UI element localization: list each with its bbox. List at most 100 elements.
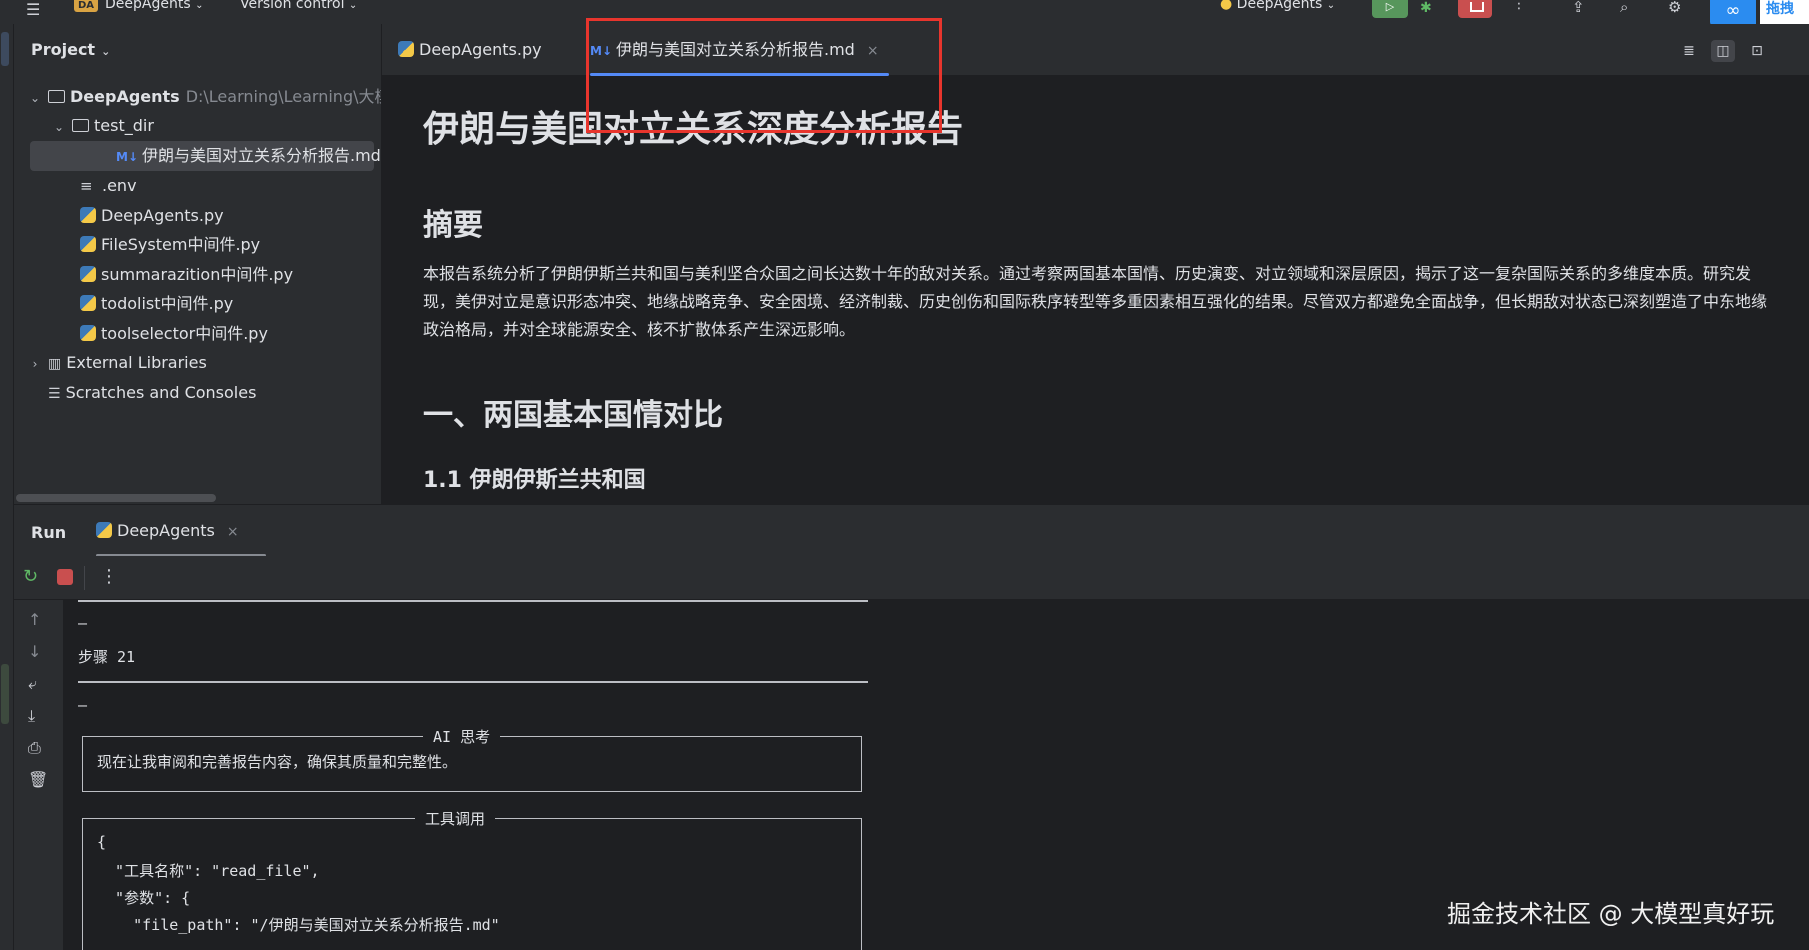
tree-item-root[interactable]: ⌄ DeepAgents D:\Learning\Learning\大模 <box>28 82 382 113</box>
tree-item-label: toolselector中间件.py <box>101 324 268 343</box>
tree-item-summarazition-py[interactable]: summarazition中间件.py <box>80 260 293 290</box>
tree-item-path: D:\Learning\Learning\大模 <box>185 87 382 106</box>
run-tab-deepagents[interactable]: DeepAgents × <box>96 505 266 557</box>
soft-wrap-icon[interactable]: ⤶ <box>28 674 37 694</box>
tree-item-label: Scratches and Consoles <box>65 383 257 402</box>
summary-paragraph: 本报告系统分析了伊朗伊斯兰共和国与美利坚合众国之间长达数十年的敌对关系。通过考察… <box>423 264 1768 339</box>
tree-item-report-md[interactable]: M↓ 伊朗与美国对立关系分析报告.md <box>30 141 381 171</box>
json-line: "file_path": "/伊朗与美国对立关系分析报告.md" <box>97 916 500 934</box>
play-icon: ▷ <box>1385 0 1395 13</box>
stop-button[interactable] <box>1458 0 1492 18</box>
tree-item-toolselector-py[interactable]: toolselector中间件.py <box>80 319 268 349</box>
project-switcher[interactable]: DeepAgents ⌄ <box>105 0 203 12</box>
search-icon[interactable]: ⌕ <box>1620 0 1628 16</box>
chevron-right-icon[interactable]: › <box>28 349 42 379</box>
chevron-down-icon: ⌄ <box>195 0 204 11</box>
tree-item-external-libraries[interactable]: › ▥ External Libraries <box>28 348 207 378</box>
console-line: — <box>78 696 88 714</box>
tree-item-label: .env <box>102 176 137 195</box>
tree-item-label: test_dir <box>94 116 154 135</box>
tree-item-label: summarazition中间件.py <box>101 265 294 284</box>
section-1-heading: 一、两国基本国情对比 <box>423 398 723 433</box>
project-tool-tab[interactable] <box>1 32 9 66</box>
project-horizontal-scrollbar[interactable] <box>16 494 216 502</box>
run-configuration-select[interactable]: ● DeepAgents ⌄ <box>1220 0 1335 12</box>
tree-item-env[interactable]: ≡ .env <box>80 171 137 201</box>
run-side-toolbar: ↑ ↓ ⤶ ⤓ ⎙ 🗑 <box>14 600 64 950</box>
python-icon: ● <box>1220 0 1233 12</box>
chevron-down-icon: ⌄ <box>101 45 111 58</box>
python-file-icon <box>96 522 112 538</box>
python-file-icon <box>80 207 96 223</box>
run-button[interactable]: ▷ <box>1372 0 1408 18</box>
trash-icon[interactable]: 🗑 <box>28 770 48 789</box>
plugin-label[interactable]: 拖拽 <box>1760 0 1809 26</box>
highlight-annotation-box <box>586 18 942 133</box>
tree-item-scratches[interactable]: ☰ Scratches and Consoles <box>48 378 256 408</box>
console-line: — <box>78 614 88 632</box>
tree-item-label: FileSystem中间件.py <box>101 235 261 254</box>
add-user-icon[interactable]: ⇪ <box>1572 0 1585 16</box>
python-file-icon <box>398 41 414 57</box>
preview-only-icon[interactable]: ⊡ <box>1745 40 1769 62</box>
scroll-up-icon[interactable]: ↑ <box>28 610 41 629</box>
python-file-icon <box>80 325 96 341</box>
tool-call-title: 工具调用 <box>415 808 496 829</box>
split-view-icon[interactable]: ◫ <box>1711 40 1735 62</box>
python-file-icon <box>80 295 96 311</box>
scroll-down-icon[interactable]: ↓ <box>28 642 41 661</box>
run-tool-tab[interactable] <box>1 664 9 724</box>
stop-process-icon[interactable] <box>57 569 73 585</box>
summary-heading: 摘要 <box>423 208 483 243</box>
close-run-tab-icon[interactable]: × <box>227 524 239 540</box>
more-options-icon[interactable]: ⋮ <box>100 566 118 587</box>
folder-icon <box>72 119 89 132</box>
rerun-icon[interactable]: ↻ <box>23 566 38 587</box>
version-control-menu[interactable]: Version control ⌄ <box>240 0 357 12</box>
chevron-down-icon[interactable]: ⌄ <box>28 83 42 113</box>
toolbar-divider <box>84 566 85 590</box>
settings-icon[interactable]: ⚙ <box>1668 0 1681 16</box>
python-file-icon <box>80 236 96 252</box>
tree-item-test-dir[interactable]: ⌄ test_dir <box>52 111 154 141</box>
project-panel-header[interactable]: Project ⌄ <box>31 40 110 59</box>
tree-item-filesystem-py[interactable]: FileSystem中间件.py <box>80 230 260 260</box>
project-panel: Project ⌄ ⌄ DeepAgents D:\Learning\Learning… <box>14 24 382 504</box>
chevron-down-icon: ⌄ <box>348 0 358 11</box>
print-icon[interactable]: ⎙ <box>28 738 41 758</box>
debug-button[interactable]: ✱ <box>1420 0 1432 16</box>
library-icon: ▥ <box>48 356 62 372</box>
plugin-logo-icon[interactable]: ∞ <box>1710 0 1756 26</box>
tree-item-deepagents-py[interactable]: DeepAgents.py <box>80 201 224 231</box>
scroll-to-end-icon[interactable]: ⤓ <box>28 706 35 726</box>
tab-label: DeepAgents.py <box>419 40 542 59</box>
json-line: { <box>97 833 107 851</box>
tree-item-label: External Libraries <box>66 353 207 372</box>
python-file-icon <box>80 266 96 282</box>
markdown-view-mode-switcher: ≣ ◫ ⊡ <box>1677 40 1769 62</box>
markdown-file-icon: M↓ <box>116 150 138 164</box>
version-control-label: Version control <box>240 0 345 12</box>
folder-icon <box>48 90 65 103</box>
ai-thinking-box: AI 思考 现在让我审阅和完善报告内容，确保其质量和完整性。 <box>82 726 862 792</box>
tree-item-label: todolist中间件.py <box>101 294 234 313</box>
more-actions-icon[interactable]: ⋮ <box>1512 0 1526 12</box>
editor-vertical-scrollbar[interactable] <box>1795 76 1809 504</box>
ai-thinking-title: AI 思考 <box>423 726 501 747</box>
text-file-icon: ≡ <box>80 177 93 195</box>
scratches-icon: ☰ <box>48 386 61 402</box>
hamburger-menu-icon[interactable]: ☰ <box>26 0 40 19</box>
editor-only-icon[interactable]: ≣ <box>1677 40 1701 62</box>
console-step-line: 步骤 21 <box>78 648 136 666</box>
chevron-down-icon[interactable]: ⌄ <box>52 112 66 142</box>
bug-icon: ✱ <box>1420 0 1432 16</box>
run-tab-label: DeepAgents <box>117 521 215 540</box>
project-badge: DA <box>74 0 98 12</box>
tree-item-label: DeepAgents.py <box>101 206 224 225</box>
tab-deepagents-py[interactable]: DeepAgents.py <box>398 24 542 76</box>
left-tool-strip <box>0 24 14 950</box>
tree-item-label: 伊朗与美国对立关系分析报告.md <box>142 146 381 165</box>
console-divider <box>78 681 868 683</box>
tree-item-todolist-py[interactable]: todolist中间件.py <box>80 289 233 319</box>
run-config-label: DeepAgents <box>1236 0 1323 12</box>
